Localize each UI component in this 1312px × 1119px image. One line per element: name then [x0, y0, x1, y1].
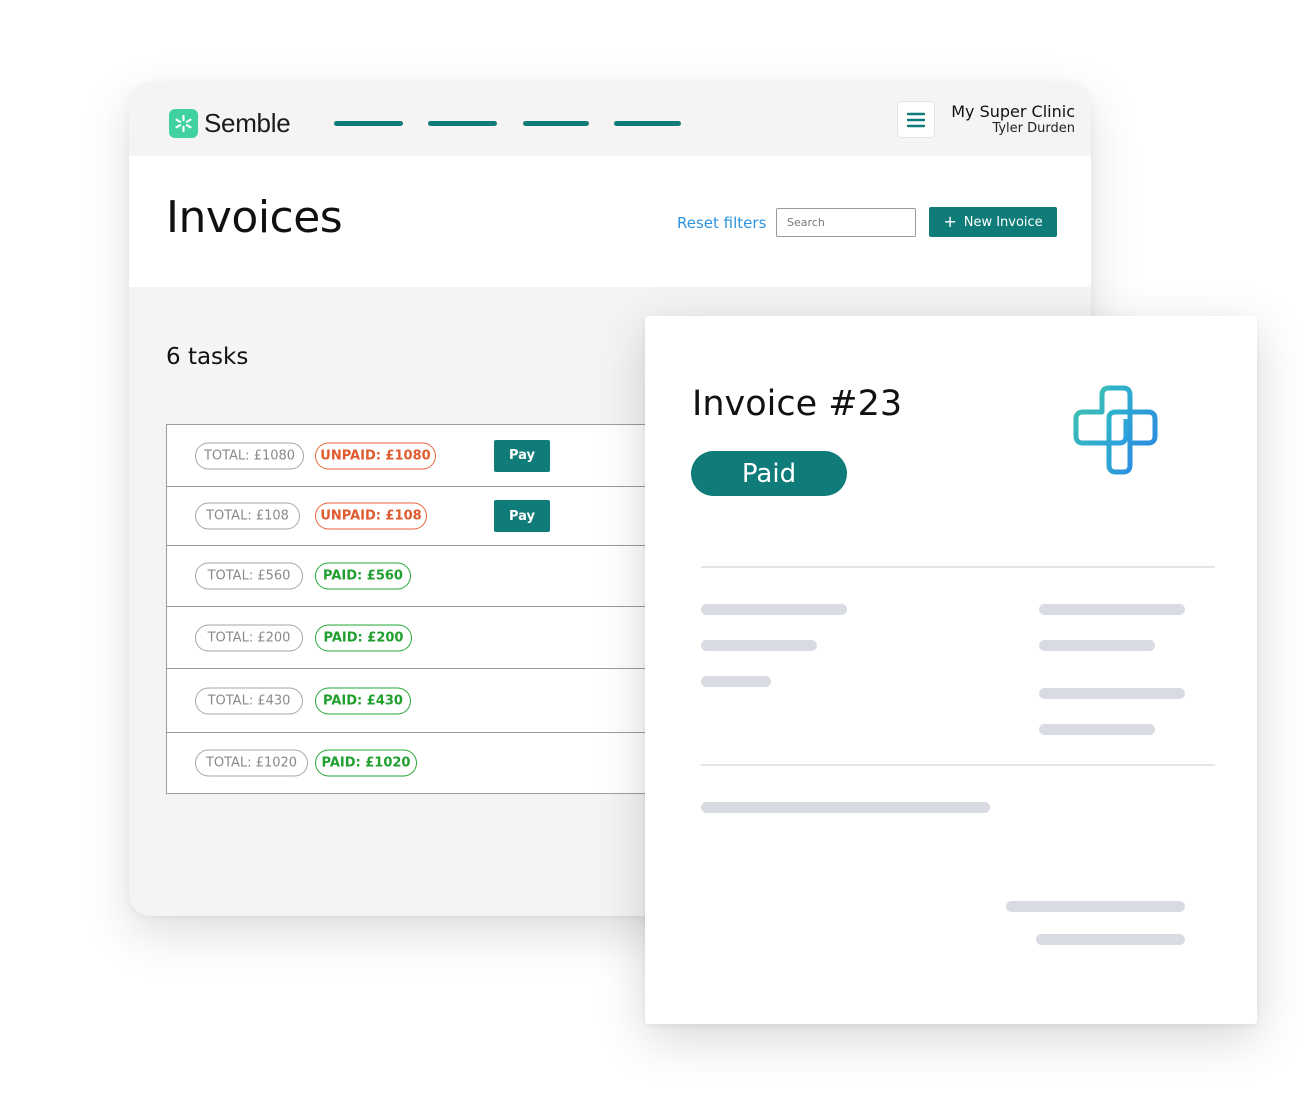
divider	[701, 764, 1215, 766]
placeholder-line	[701, 604, 847, 615]
nav-item-4[interactable]	[614, 121, 681, 126]
paid-badge: PAID: £560	[315, 562, 411, 590]
user-name[interactable]: Tyler Durden	[992, 121, 1075, 136]
task-row[interactable]: TOTAL: £560 PAID: £560	[167, 546, 685, 607]
page-header: Invoices Reset filters + New Invoice	[129, 156, 1091, 287]
placeholder-line	[1039, 640, 1155, 651]
unpaid-badge: UNPAID: £1080	[315, 442, 436, 469]
placeholder-line	[701, 640, 817, 651]
placeholder-line	[1039, 724, 1155, 735]
paid-badge: PAID: £430	[315, 687, 411, 714]
task-table: TOTAL: £1080 UNPAID: £1080 Pay TOTAL: £1…	[166, 424, 686, 794]
new-invoice-label: New Invoice	[963, 214, 1043, 230]
new-invoice-button[interactable]: + New Invoice	[929, 207, 1057, 237]
nav-item-1[interactable]	[334, 121, 403, 126]
task-row[interactable]: TOTAL: £1020 PAID: £1020	[167, 733, 685, 793]
pay-button[interactable]: Pay	[494, 500, 550, 532]
task-row[interactable]: TOTAL: £430 PAID: £430	[167, 669, 685, 733]
invoice-title: Invoice #23	[692, 384, 903, 424]
task-row[interactable]: TOTAL: £1080 UNPAID: £1080 Pay	[167, 425, 685, 487]
plus-icon: +	[943, 212, 957, 231]
total-badge: TOTAL: £1080	[195, 442, 304, 469]
brand-logo[interactable]: Semble	[169, 107, 291, 138]
task-row[interactable]: TOTAL: £200 PAID: £200	[167, 607, 685, 669]
pay-button[interactable]: Pay	[494, 439, 550, 472]
search-input[interactable]	[776, 208, 916, 237]
tasks-count: 6 tasks	[166, 344, 249, 370]
page-title: Invoices	[166, 192, 343, 243]
invoice-card: Invoice #23 Paid	[645, 316, 1257, 1024]
total-badge: TOTAL: £430	[195, 687, 303, 714]
brand-name: Semble	[204, 107, 291, 138]
total-badge: TOTAL: £560	[195, 562, 303, 590]
placeholder-line	[701, 802, 990, 813]
medical-cross-icon	[1073, 385, 1158, 475]
paid-badge: PAID: £200	[315, 624, 412, 651]
nav-item-2[interactable]	[428, 121, 497, 126]
placeholder-line	[1006, 901, 1185, 912]
total-badge: TOTAL: £200	[195, 624, 303, 651]
total-badge: TOTAL: £108	[195, 502, 300, 530]
placeholder-line	[701, 676, 771, 687]
placeholder-line	[1039, 688, 1185, 699]
placeholder-line	[1036, 934, 1185, 945]
invoice-status-badge: Paid	[691, 451, 847, 496]
top-navigation-bar: Semble My Super Clinic Tyler Durden	[129, 82, 1091, 156]
menu-button[interactable]	[897, 101, 935, 138]
semble-asterisk-icon	[169, 108, 198, 138]
hamburger-menu-icon	[906, 112, 926, 127]
clinic-name[interactable]: My Super Clinic	[951, 102, 1075, 121]
placeholder-line	[1039, 604, 1185, 615]
total-badge: TOTAL: £1020	[195, 749, 308, 777]
divider	[701, 566, 1215, 568]
task-row[interactable]: TOTAL: £108 UNPAID: £108 Pay	[167, 487, 685, 546]
nav-item-3[interactable]	[523, 121, 589, 126]
paid-badge: PAID: £1020	[315, 749, 417, 777]
reset-filters-link[interactable]: Reset filters	[677, 214, 766, 232]
unpaid-badge: UNPAID: £108	[315, 502, 427, 530]
